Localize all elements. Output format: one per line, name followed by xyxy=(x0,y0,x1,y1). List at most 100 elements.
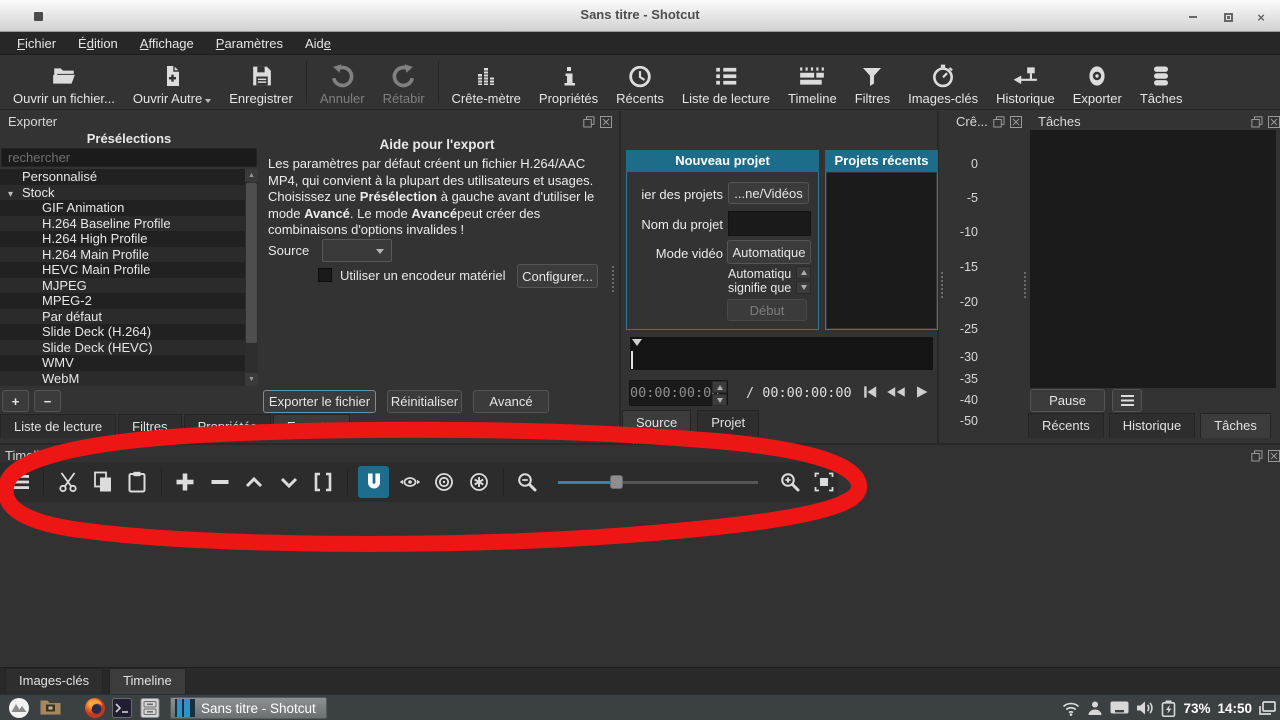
preset-item[interactable]: H.264 High Profile xyxy=(0,231,245,247)
timecode-up-button[interactable] xyxy=(712,381,727,393)
dock-close-button[interactable] xyxy=(1268,116,1280,128)
preset-item[interactable]: MJPEG xyxy=(0,277,245,293)
hw-encoder-checkbox[interactable] xyxy=(318,268,332,282)
preset-item[interactable]: ▾ Stock xyxy=(0,184,245,203)
display-icon[interactable] xyxy=(1110,701,1129,716)
dock-tab[interactable]: Récents xyxy=(1028,413,1104,438)
add-preset-button[interactable]: + xyxy=(2,390,29,412)
project-name-input[interactable] xyxy=(728,211,811,236)
search-input[interactable] xyxy=(1,148,257,167)
maximize-button[interactable] xyxy=(1217,10,1239,24)
split-button[interactable] xyxy=(310,467,337,497)
dock-tab[interactable]: Propriétés xyxy=(183,414,271,438)
preset-item[interactable]: WebM xyxy=(0,370,245,386)
zoom-in-button[interactable] xyxy=(776,467,803,497)
firefox-icon[interactable] xyxy=(84,697,106,719)
snap-button[interactable] xyxy=(357,466,390,498)
bottom-tab[interactable]: Images-clés xyxy=(5,668,104,694)
volume-icon[interactable] xyxy=(1136,700,1154,716)
minimize-button[interactable] xyxy=(1182,10,1204,24)
timeline-menu-button[interactable] xyxy=(6,467,33,497)
zoom-fit-button[interactable] xyxy=(811,467,838,497)
bottom-tab[interactable]: Timeline xyxy=(109,668,186,694)
undo-button[interactable]: Annuler xyxy=(311,59,374,108)
dock-resize-grip[interactable] xyxy=(1024,272,1026,298)
preset-item[interactable]: Personnalisé xyxy=(0,169,245,185)
terminal-icon[interactable] xyxy=(112,698,132,718)
distro-menu-icon[interactable] xyxy=(8,697,30,719)
menu-item[interactable]: Édition xyxy=(69,34,127,53)
ripple-button[interactable] xyxy=(431,467,458,497)
pause-button[interactable]: Pause xyxy=(1030,389,1105,412)
jobs-button[interactable]: Tâches xyxy=(1131,59,1192,108)
keyframes-button[interactable]: Images-clés xyxy=(899,59,987,108)
timeline-button[interactable]: Timeline xyxy=(779,59,846,108)
scroll-down-button[interactable] xyxy=(796,281,811,294)
append-button[interactable] xyxy=(172,467,199,497)
preset-item[interactable]: HEVC Main Profile xyxy=(0,262,245,278)
jobs-menu-button[interactable] xyxy=(1112,389,1142,412)
timecode-down-button[interactable] xyxy=(712,394,727,406)
file-manager-icon[interactable] xyxy=(40,698,61,717)
ripple-all-tracks-button[interactable] xyxy=(465,467,492,497)
peak-meter-button[interactable]: Crête-mètre xyxy=(443,59,530,108)
user-icon[interactable] xyxy=(1087,700,1103,716)
archive-manager-icon[interactable] xyxy=(140,698,160,718)
playlist-button[interactable]: Liste de lecture xyxy=(673,59,779,108)
properties-button[interactable]: Propriétés xyxy=(530,59,607,108)
player-tab[interactable]: Source xyxy=(622,410,692,437)
dock-tab[interactable]: Exporter xyxy=(272,414,350,438)
menu-item[interactable]: Aide xyxy=(296,34,340,53)
dock-tab[interactable]: Historique xyxy=(1108,413,1196,438)
preset-item[interactable]: MPEG-2 xyxy=(0,293,245,309)
battery-icon[interactable] xyxy=(1161,700,1176,717)
recent-button[interactable]: Récents xyxy=(607,59,673,108)
preset-item[interactable]: Slide Deck (HEVC) xyxy=(0,339,245,355)
reset-button[interactable]: Réinitialiser xyxy=(387,390,462,413)
taskbar-window-button[interactable]: Sans titre - Shotcut xyxy=(170,697,327,719)
overwrite-button[interactable] xyxy=(275,467,302,497)
playhead-icon[interactable] xyxy=(632,339,642,346)
dock-splitter[interactable] xyxy=(619,111,621,443)
zoom-out-button[interactable] xyxy=(513,467,540,497)
export-source-combo[interactable] xyxy=(322,239,392,262)
scrollbar-thumb[interactable] xyxy=(246,183,257,343)
scroll-up-button[interactable] xyxy=(796,266,811,279)
dock-resize-grip[interactable] xyxy=(612,266,614,292)
dock-close-button[interactable] xyxy=(1010,116,1022,128)
play-button[interactable] xyxy=(913,384,929,400)
preset-item[interactable]: Slide Deck (H.264) xyxy=(0,324,245,340)
close-button[interactable]: × xyxy=(1250,10,1272,24)
preset-item[interactable]: H.264 Main Profile xyxy=(0,246,245,262)
copy-button[interactable] xyxy=(89,467,116,497)
dock-tab[interactable]: Tâches xyxy=(1200,413,1271,438)
scrub-while-dragging-button[interactable] xyxy=(396,467,423,497)
export-button[interactable]: Exporter xyxy=(1064,59,1131,108)
wifi-icon[interactable] xyxy=(1062,701,1080,716)
redo-button[interactable]: Rétabir xyxy=(374,59,434,108)
preset-item[interactable]: H.264 Baseline Profile xyxy=(0,215,245,231)
configure-button[interactable]: Configurer... xyxy=(517,264,598,288)
dock-float-button[interactable] xyxy=(583,116,595,128)
menu-item[interactable]: Fichier xyxy=(8,34,65,53)
skip-to-start-button[interactable] xyxy=(860,384,878,400)
lift-button[interactable] xyxy=(241,467,268,497)
tree-expand-icon[interactable]: ▾ xyxy=(8,187,22,203)
video-mode-combo[interactable]: Automatique xyxy=(727,240,811,264)
dock-close-button[interactable] xyxy=(600,116,612,128)
dock-tab[interactable]: Liste de lecture xyxy=(0,414,117,438)
export-file-button[interactable]: Exporter le fichier xyxy=(263,390,376,413)
history-button[interactable]: Historique xyxy=(987,59,1064,108)
cut-button[interactable] xyxy=(54,467,81,497)
rewind-button[interactable] xyxy=(885,384,907,400)
scroll-down-icon[interactable]: ▼ xyxy=(245,373,258,386)
menu-item[interactable]: Affichage xyxy=(131,34,203,53)
remove-preset-button[interactable]: − xyxy=(34,390,61,412)
dock-resize-grip[interactable] xyxy=(941,272,943,298)
presets-scrollbar[interactable]: ▲ ▼ xyxy=(245,169,258,386)
filters-button[interactable]: Filtres xyxy=(846,59,899,108)
dock-tab[interactable]: Filtres xyxy=(118,414,182,438)
ripple-delete-button[interactable] xyxy=(206,467,233,497)
save-button[interactable]: Enregistrer xyxy=(220,59,302,108)
dock-float-button[interactable] xyxy=(1251,116,1263,128)
